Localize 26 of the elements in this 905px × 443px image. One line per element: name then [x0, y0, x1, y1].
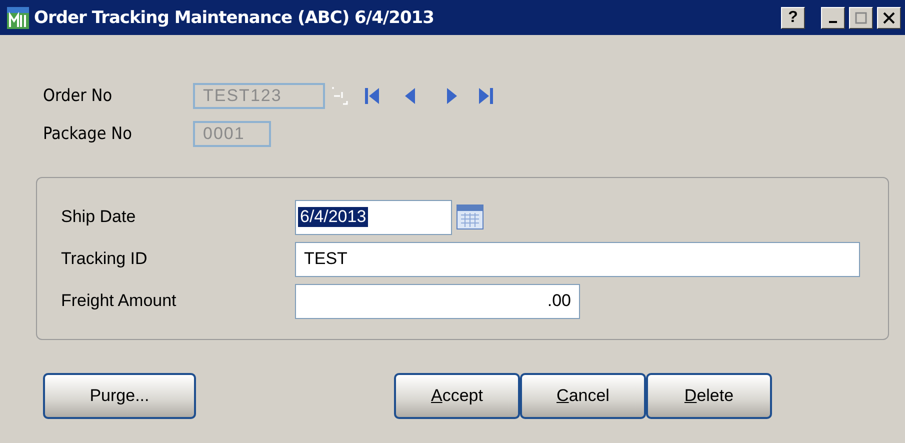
close-button[interactable] [877, 6, 901, 28]
close-icon [883, 12, 895, 24]
help-button[interactable]: ? [781, 6, 805, 28]
next-record-icon[interactable] [445, 86, 459, 106]
field-label: Ship Date [61, 207, 137, 227]
last-record-icon[interactable] [477, 86, 495, 106]
previous-record-icon[interactable] [403, 86, 417, 106]
accept-button[interactable]: Accept [394, 373, 520, 419]
delete-button[interactable]: Delete [646, 373, 772, 419]
amount-field[interactable]: .00 [295, 284, 580, 318]
minimize-button[interactable] [821, 6, 845, 28]
minimize-icon [829, 20, 837, 22]
field-label: Freight Amount [61, 291, 178, 311]
app-icon [6, 6, 30, 30]
maximize-button[interactable] [849, 6, 873, 28]
field-label: Tracking ID [61, 249, 148, 269]
field-label: Package No [43, 124, 133, 144]
calendar-icon[interactable] [456, 203, 484, 231]
first-record-icon[interactable] [363, 86, 381, 106]
purge-button[interactable]: Purge... [43, 373, 196, 419]
input-field[interactable]: TEST [295, 242, 860, 276]
cancel-button[interactable]: Cancel [520, 373, 646, 419]
date-field[interactable]: 6/4/2013 [295, 200, 452, 234]
field-label: Order No [43, 86, 114, 106]
window-title: Order Tracking Maintenance (ABC) 6/4/2013 [34, 8, 435, 28]
maximize-icon [855, 12, 867, 24]
